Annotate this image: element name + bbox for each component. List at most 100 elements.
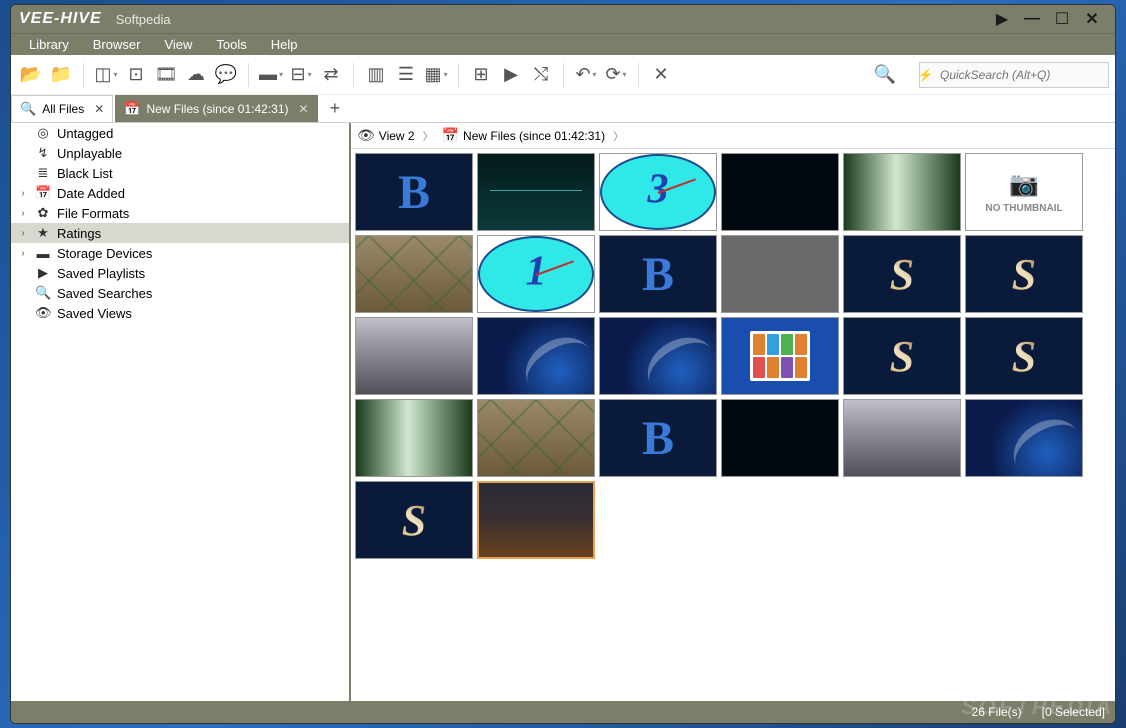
shuffle-icon[interactable]: ⤭ bbox=[527, 61, 555, 89]
thumbnail-grid[interactable]: B3📷NO THUMBNAIL1BSSSSBS bbox=[351, 149, 1115, 701]
folder-add-icon[interactable]: 📁 bbox=[47, 61, 75, 89]
breadcrumb: 👁 View 2 〉 📅 New Files (since 01:42:31) … bbox=[351, 123, 1115, 149]
thumbnail[interactable]: S bbox=[965, 235, 1083, 313]
breadcrumb-location[interactable]: New Files (since 01:42:31) bbox=[463, 129, 605, 143]
camera-icon: 📷 bbox=[1009, 170, 1039, 199]
sidebar-item-date-added[interactable]: › 📅 Date Added bbox=[11, 183, 349, 203]
close-icon[interactable]: ✕ bbox=[1077, 9, 1107, 29]
history-icon[interactable]: ↶ bbox=[572, 61, 600, 89]
toolbar: 📂 📁 ◫ ⊡ 🎞 ☁ 💬 ▬ ⊟ ⇄ ▥ ☰ ▦ ⊞ ▶ ⤭ ↶ ⟳ ✕ 🔍 … bbox=[11, 55, 1115, 95]
sidebar-item-saved-views[interactable]: 👁Saved Views bbox=[11, 303, 349, 323]
thumbnail[interactable] bbox=[477, 481, 595, 559]
thumbnail[interactable]: S bbox=[965, 317, 1083, 395]
list-icon[interactable]: ☰ bbox=[392, 61, 420, 89]
tab-bar: 🔍 All Files ✕ 📅 New Files (since 01:42:3… bbox=[11, 95, 1115, 123]
sidebar-item-label: Date Added bbox=[57, 186, 125, 201]
menu-tools[interactable]: Tools bbox=[204, 35, 258, 54]
cloud-icon[interactable]: ☁ bbox=[182, 61, 210, 89]
thumbnail[interactable]: B bbox=[355, 153, 473, 231]
saved-playlists-icon: ▶ bbox=[35, 265, 51, 281]
thumbnail[interactable] bbox=[477, 153, 595, 231]
sidebar-item-label: Untagged bbox=[57, 126, 113, 141]
thumbnail[interactable] bbox=[355, 317, 473, 395]
thumbnail[interactable]: 3 bbox=[599, 153, 717, 231]
breadcrumb-view[interactable]: View 2 bbox=[379, 129, 415, 143]
filter-icon[interactable]: ⇄ bbox=[317, 61, 345, 89]
status-file-count: 26 File(s) bbox=[972, 705, 1022, 719]
menu-help[interactable]: Help bbox=[259, 35, 310, 54]
close-icon[interactable]: ✕ bbox=[94, 102, 104, 116]
thumbnail[interactable] bbox=[721, 399, 839, 477]
settings-icon[interactable]: ✕ bbox=[647, 61, 675, 89]
menu-view[interactable]: View bbox=[152, 35, 204, 54]
expand-icon[interactable]: › bbox=[17, 248, 29, 259]
thumbnail[interactable]: 📷 NO THUMBNAIL bbox=[965, 153, 1083, 231]
date-added-icon: 📅 bbox=[35, 185, 51, 201]
thumbnail[interactable] bbox=[965, 399, 1083, 477]
film-icon[interactable]: 🎞 bbox=[152, 61, 180, 89]
expand-icon[interactable]: › bbox=[17, 208, 29, 219]
sidebar-item-storage-devices[interactable]: ›▬Storage Devices bbox=[11, 243, 349, 263]
table-icon[interactable]: ⊞ bbox=[467, 61, 495, 89]
tab-new-files[interactable]: 📅 New Files (since 01:42:31) ✕ bbox=[115, 95, 317, 122]
thumbnail[interactable] bbox=[721, 317, 839, 395]
add-tab-button[interactable]: + bbox=[320, 95, 351, 122]
no-thumbnail-label: NO THUMBNAIL bbox=[985, 203, 1062, 214]
drive-icon[interactable]: ▬ bbox=[257, 61, 285, 89]
tab-all-files[interactable]: 🔍 All Files ✕ bbox=[11, 95, 113, 122]
play-icon[interactable]: ▶ bbox=[987, 9, 1017, 29]
search-icon[interactable]: 🔍 bbox=[874, 64, 896, 85]
expand-icon[interactable]: › bbox=[17, 228, 29, 239]
thumbnail[interactable] bbox=[477, 317, 595, 395]
sidebar-item-ratings[interactable]: ›★Ratings bbox=[11, 223, 349, 243]
thumbnail[interactable] bbox=[599, 317, 717, 395]
chevron-right-icon[interactable]: 〉 bbox=[419, 128, 438, 144]
thumbnail[interactable]: B bbox=[599, 399, 717, 477]
grid-icon[interactable]: ▦ bbox=[422, 61, 450, 89]
thumbnail[interactable]: S bbox=[843, 235, 961, 313]
search-box: 🔍 ⚡ bbox=[874, 62, 1109, 88]
comment-icon[interactable]: 💬 bbox=[212, 61, 240, 89]
sidebar-item-saved-searches[interactable]: 🔍Saved Searches bbox=[11, 283, 349, 303]
thumbnail[interactable]: 1 bbox=[477, 235, 595, 313]
minimize-icon[interactable]: — bbox=[1017, 10, 1047, 28]
thumbnail[interactable]: S bbox=[843, 317, 961, 395]
expand-icon[interactable]: › bbox=[17, 188, 29, 199]
refresh-icon[interactable]: ⟳ bbox=[602, 61, 630, 89]
content-area: ◎Untagged↯Unplayable≣Black List › 📅 Date Ad… bbox=[11, 123, 1115, 701]
sidebar-item-untagged[interactable]: ◎Untagged bbox=[11, 123, 349, 143]
search-input[interactable] bbox=[919, 62, 1109, 88]
sidebar-item-saved-playlists[interactable]: ▶Saved Playlists bbox=[11, 263, 349, 283]
close-icon[interactable]: ✕ bbox=[299, 102, 309, 116]
menu-browser[interactable]: Browser bbox=[81, 35, 153, 54]
filmstrip-icon[interactable]: ⊟ bbox=[287, 61, 315, 89]
sidebar-item-black-list[interactable]: ≣Black List bbox=[11, 163, 349, 183]
maximize-icon[interactable]: ☐ bbox=[1047, 9, 1077, 29]
columns-icon[interactable]: ▥ bbox=[362, 61, 390, 89]
app-window: VEE-HIVE Softpedia ▶ — ☐ ✕ Library Brows… bbox=[10, 4, 1116, 724]
thumbnail[interactable] bbox=[355, 399, 473, 477]
eye-icon: 👁 bbox=[357, 127, 375, 144]
thumbnail[interactable] bbox=[721, 235, 839, 313]
thumbnail[interactable] bbox=[477, 399, 595, 477]
sidebar-item-label: Unplayable bbox=[57, 146, 122, 161]
thumbnail[interactable] bbox=[843, 153, 961, 231]
thumbnail[interactable] bbox=[721, 153, 839, 231]
thumbnail[interactable] bbox=[843, 399, 961, 477]
play-toolbar-icon[interactable]: ▶ bbox=[497, 61, 525, 89]
tab-label: All Files bbox=[42, 102, 84, 116]
chevron-right-icon[interactable]: 〉 bbox=[609, 128, 628, 144]
sidebar-item-unplayable[interactable]: ↯Unplayable bbox=[11, 143, 349, 163]
main-panel: 👁 View 2 〉 📅 New Files (since 01:42:31) … bbox=[351, 123, 1115, 701]
thumbnail[interactable] bbox=[355, 235, 473, 313]
thumbnail[interactable]: S bbox=[355, 481, 473, 559]
app-subtitle: Softpedia bbox=[116, 12, 171, 27]
layout-icon[interactable]: ◫ bbox=[92, 61, 120, 89]
folder-open-icon[interactable]: 📂 bbox=[17, 61, 45, 89]
sidebar-item-file-formats[interactable]: ›✿File Formats bbox=[11, 203, 349, 223]
thumbnail[interactable]: B bbox=[599, 235, 717, 313]
menu-library[interactable]: Library bbox=[17, 35, 81, 54]
file-formats-icon: ✿ bbox=[35, 205, 51, 221]
tree-icon[interactable]: ⊡ bbox=[122, 61, 150, 89]
sidebar-item-label: Saved Searches bbox=[57, 286, 152, 301]
